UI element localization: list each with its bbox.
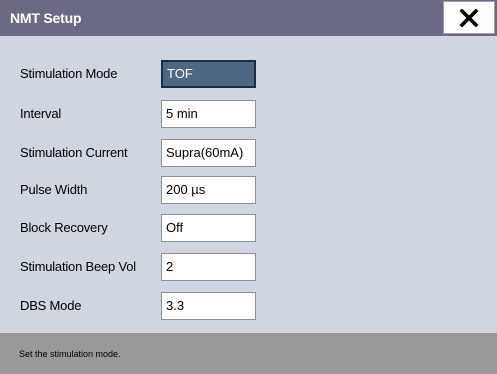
- row-stimulation-mode: Stimulation Mode TOF: [0, 60, 497, 88]
- row-stimulation-beep-vol: Stimulation Beep Vol 2: [0, 253, 497, 281]
- interval-label: Interval: [20, 106, 62, 121]
- dbs-mode-field[interactable]: 3.3: [161, 292, 256, 320]
- stimulation-current-field[interactable]: Supra(60mA): [161, 139, 256, 167]
- stimulation-beep-vol-label: Stimulation Beep Vol: [20, 259, 136, 274]
- row-dbs-mode: DBS Mode 3.3: [0, 292, 497, 320]
- close-button[interactable]: [443, 1, 495, 34]
- row-pulse-width: Pulse Width 200 µs: [0, 176, 497, 204]
- dialog-title: NMT Setup: [10, 10, 82, 26]
- interval-field[interactable]: 5 min: [161, 100, 256, 128]
- row-interval: Interval 5 min: [0, 100, 497, 128]
- block-recovery-field[interactable]: Off: [161, 214, 256, 242]
- pulse-width-label: Pulse Width: [20, 182, 88, 197]
- status-help-text: Set the stimulation mode.: [19, 349, 121, 359]
- nmt-setup-dialog: NMT Setup Stimulation Mode TOF Interval …: [0, 0, 497, 374]
- row-stimulation-current: Stimulation Current Supra(60mA): [0, 139, 497, 167]
- dbs-mode-label: DBS Mode: [20, 298, 82, 313]
- row-block-recovery: Block Recovery Off: [0, 214, 497, 242]
- stimulation-beep-vol-field[interactable]: 2: [161, 253, 256, 281]
- title-bar: NMT Setup: [0, 0, 497, 36]
- close-x-icon: [459, 8, 479, 27]
- block-recovery-label: Block Recovery: [20, 220, 108, 235]
- stimulation-mode-field[interactable]: TOF: [161, 60, 256, 88]
- stimulation-mode-label: Stimulation Mode: [20, 66, 118, 81]
- stimulation-current-label: Stimulation Current: [20, 145, 128, 160]
- pulse-width-field[interactable]: 200 µs: [161, 176, 256, 204]
- status-bar: Set the stimulation mode.: [0, 333, 497, 374]
